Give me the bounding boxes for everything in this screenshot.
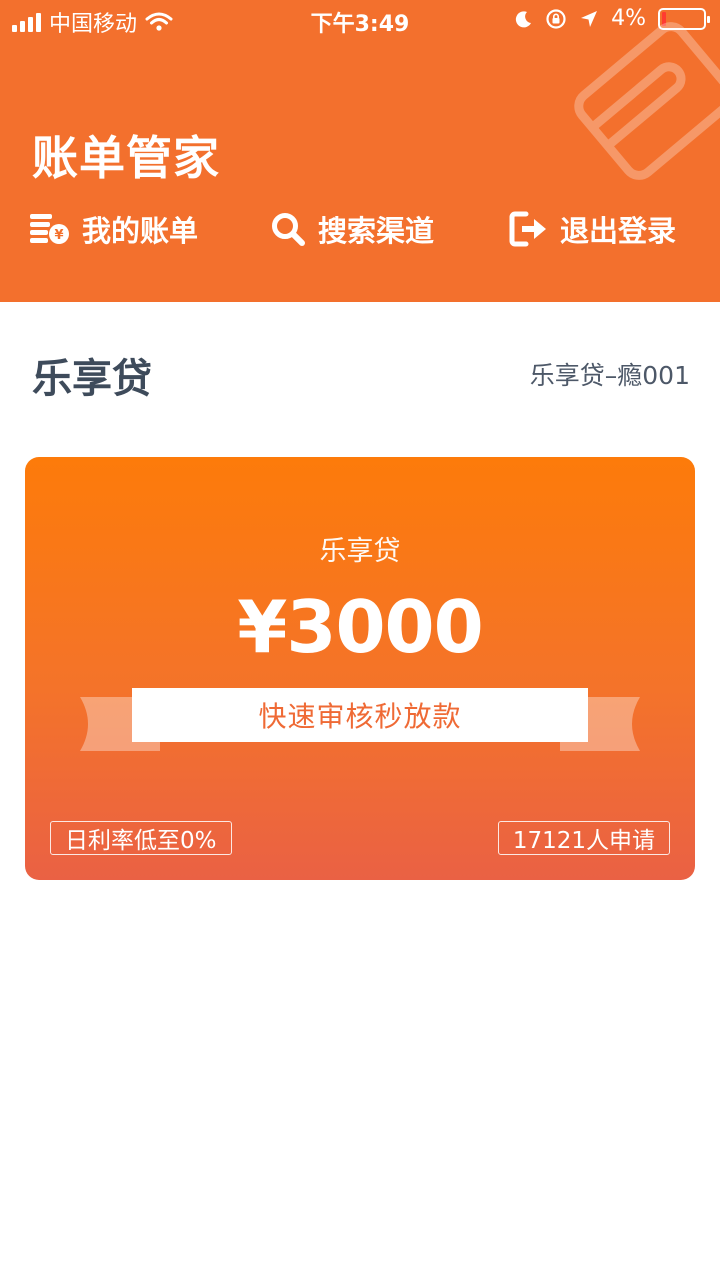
moon-icon: [515, 10, 532, 27]
section-subtitle: 乐享贷–瘾001: [529, 361, 690, 390]
wallet-watermark-icon: [574, 22, 720, 180]
nav-logout-label: 退出登录: [560, 214, 677, 248]
nav-logout[interactable]: 退出登录: [508, 208, 676, 250]
card-slogan-ribbon: 快速审核秒放款: [132, 688, 588, 742]
nav-my-bills[interactable]: ¥ 我的账单: [30, 208, 198, 250]
section-title: 乐享贷: [32, 356, 152, 402]
card-loan-amount: ¥3000: [237, 585, 484, 669]
loan-product-card[interactable]: 乐享贷 ¥3000 快速审核秒放款 日利率低至0% 17121人申请: [25, 457, 695, 880]
card-product-name: 乐享贷: [319, 536, 401, 567]
section-header: 乐享贷 乐享贷–瘾001: [0, 340, 720, 402]
nav-search-channel-label: 搜索渠道: [318, 214, 435, 248]
applicants-count-tag: 17121人申请: [497, 821, 670, 855]
nav-my-bills-label: 我的账单: [82, 214, 199, 248]
svg-text:¥: ¥: [54, 228, 63, 243]
nav-search-channel[interactable]: 搜索渠道: [270, 208, 434, 250]
header-nav: ¥ 我的账单 搜索渠道 退出登录: [0, 200, 720, 260]
app-title: 账单管家: [32, 131, 220, 185]
search-icon: [272, 213, 305, 246]
interest-rate-tag: 日利率低至0%: [50, 821, 232, 855]
logout-icon: [509, 211, 546, 247]
bill-coins-icon: ¥: [30, 214, 69, 244]
app-header: 中国移动 下午3:49 4% 账单管家 ¥ 我的账单 搜索渠道 退出登录: [0, 0, 720, 302]
